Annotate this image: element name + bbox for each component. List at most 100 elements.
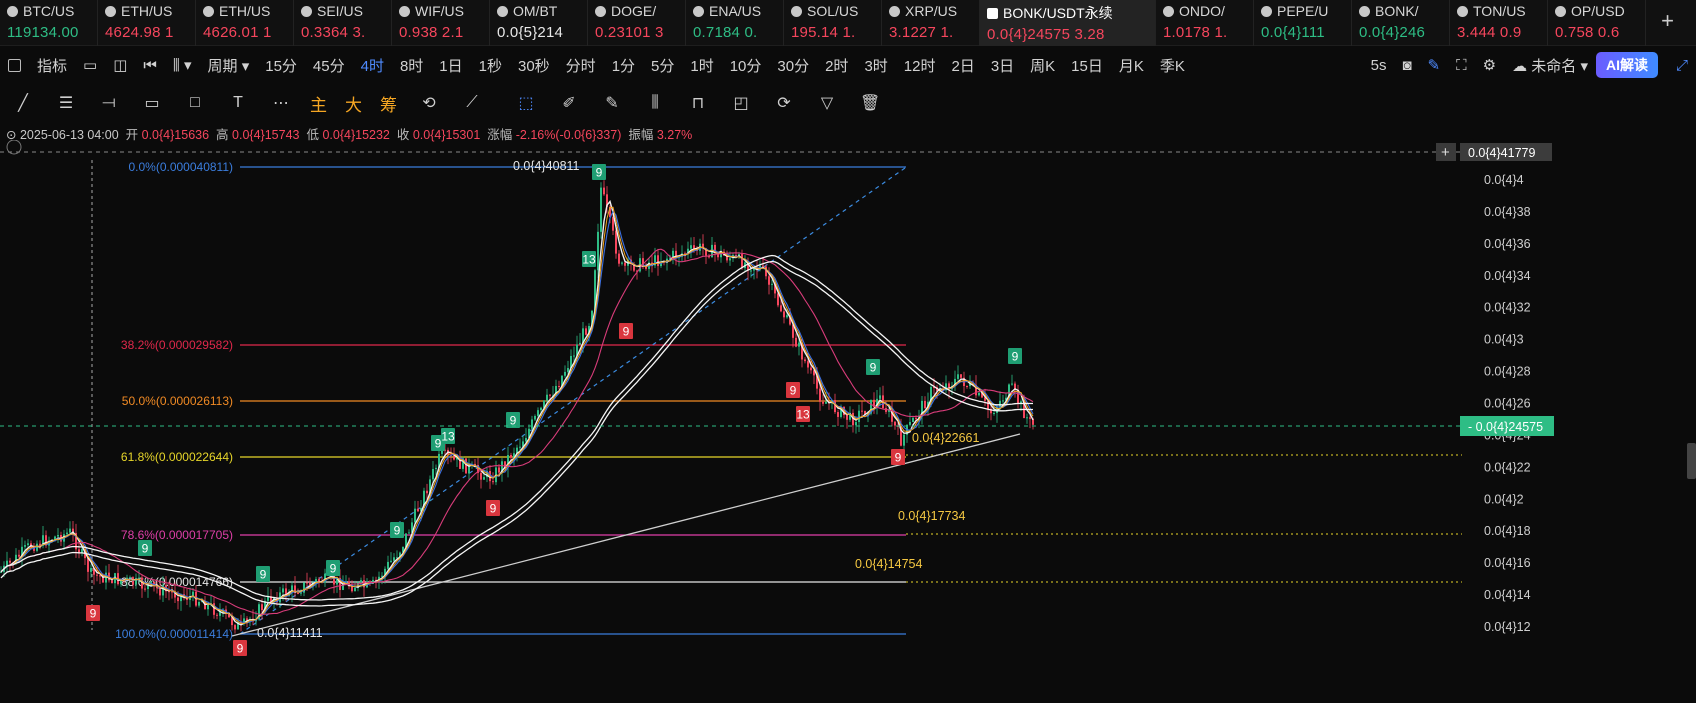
pen-icon[interactable]: ✎ (1420, 56, 1449, 74)
ruler-icon[interactable]: ▭ (142, 93, 162, 113)
ticker-tab[interactable]: ENA/US 0.7184 0. (686, 0, 784, 46)
candle-body (480, 472, 482, 480)
interval-7[interactable]: 分时 (558, 55, 604, 76)
ticker-tab[interactable]: WIF/US 0.938 2.1 (392, 0, 490, 46)
interval-8[interactable]: 1分 (604, 55, 643, 76)
fullscreen-icon[interactable]: ⛶ (1448, 57, 1475, 74)
measure-icon[interactable]: ⟋ (462, 94, 482, 112)
interval-4[interactable]: 1日 (431, 55, 470, 76)
ticker-price: 3.444 0.9 (1457, 24, 1547, 41)
chart-type-icon[interactable]: ⫼ ▾ (165, 56, 200, 74)
eye-icon[interactable]: ◰ (731, 93, 751, 113)
ticker-tab[interactable]: ONDO/1.0178 1. (1156, 0, 1254, 46)
share-icon[interactable]: ⤢ (1668, 57, 1696, 74)
period-menu[interactable]: 周期 ▾ (200, 55, 258, 76)
refresh-interval[interactable]: 5s (1363, 57, 1395, 74)
interval-18[interactable]: 周K (1022, 55, 1063, 76)
rectangle-icon[interactable]: □ (185, 94, 205, 112)
interval-2[interactable]: 4时 (353, 55, 392, 76)
layout-icon[interactable] (8, 58, 21, 72)
hline-icon[interactable]: ⟞ (99, 94, 119, 112)
filter-icon[interactable]: ▽ (817, 93, 837, 113)
cloud-layout-menu[interactable]: ☁ 未命名 ▾ (1504, 55, 1596, 76)
interval-11[interactable]: 10分 (722, 55, 770, 76)
ticker-tab[interactable]: BONK/0.0{4}246 (1352, 0, 1450, 46)
magnet-icon[interactable]: ⟳ (774, 93, 794, 113)
ticker-change: 1. (936, 24, 954, 41)
replay-icon[interactable]: ⏮ (135, 57, 165, 74)
ticker-tab[interactable]: OP/USD 0.758 0.6 (1548, 0, 1646, 46)
ticker-tab[interactable]: SOL/US 195.14 1. (784, 0, 882, 46)
ticker-tab[interactable]: SEI/US 0.3364 3. (294, 0, 392, 46)
interval-20[interactable]: 月K (1111, 55, 1152, 76)
ai-interpret-button[interactable]: AI解读 (1595, 52, 1658, 78)
price-axis-label: 0.0{4}16 (1484, 556, 1531, 570)
price-chart[interactable]: 0.0%(0.000040811) 38.2%(0.000029582) 50.0%… (0, 140, 1696, 703)
ticker-tab[interactable]: BTC/US 119134.00 (0, 0, 98, 46)
candles-icon[interactable]: ⫼ (645, 94, 665, 112)
add-tab-icon[interactable]: + (1661, 8, 1674, 34)
price-axis-label: 0.0{4}34 (1484, 269, 1531, 283)
camera-icon[interactable]: ◙ (1394, 57, 1419, 74)
big-order-button[interactable]: 大 (345, 91, 362, 116)
trendline-icon[interactable]: ╱ (13, 93, 33, 113)
interval-0[interactable]: 15分 (257, 55, 305, 76)
ticker-tab[interactable]: ETH/US 4624.98 1 (98, 0, 196, 46)
select-icon[interactable]: ⬚ (516, 93, 536, 113)
interval-10[interactable]: 1时 (682, 55, 721, 76)
delete-icon[interactable]: 🗑 (860, 93, 880, 113)
candle-body (9, 560, 11, 563)
candle-body (750, 270, 752, 272)
interval-9[interactable]: 5分 (643, 55, 682, 76)
candle-body (819, 388, 821, 402)
ticker-price-value: 0.0{5}214 (497, 24, 564, 41)
candle-body (159, 588, 161, 596)
ticker-tab[interactable]: BONK/USDT永续 0.0{4}24575 3.28 (980, 0, 1156, 46)
horizontal-lines-icon[interactable]: ☰ (56, 93, 76, 113)
interval-17[interactable]: 3日 (983, 55, 1022, 76)
interval-13[interactable]: 2时 (817, 55, 856, 76)
candle-body (603, 187, 605, 195)
interval-5[interactable]: 1秒 (471, 55, 510, 76)
interval-6[interactable]: 30秒 (510, 55, 558, 76)
coin-icon (889, 6, 900, 17)
interval-15[interactable]: 12时 (896, 55, 944, 76)
coin-icon (595, 6, 606, 17)
more-tools-icon[interactable]: ⋯ (271, 93, 291, 113)
chip-button[interactable]: 筹 (380, 91, 397, 116)
text-icon[interactable]: T (228, 94, 248, 112)
interval-16[interactable]: 2日 (943, 55, 982, 76)
calendar-icon[interactable]: ▭ (75, 56, 105, 74)
lock-icon[interactable]: ⊓ (688, 93, 708, 113)
interval-14[interactable]: 3时 (856, 55, 895, 76)
ticker-tab[interactable]: TON/US 3.444 0.9 (1450, 0, 1548, 46)
ticker-symbol: ONDO/ (1179, 3, 1225, 19)
brush-icon[interactable]: ✎ (602, 93, 622, 113)
expand-icon (6, 140, 22, 155)
sync-icon[interactable]: ⟲ (419, 93, 439, 113)
interval-1[interactable]: 45分 (305, 55, 353, 76)
ticker-tab[interactable]: PEPE/U 0.0{4}111 (1254, 0, 1352, 46)
interval-12[interactable]: 30分 (769, 55, 817, 76)
price-axis-label: 0.0{4}3 (1484, 333, 1524, 347)
ticker-tab[interactable]: ETH/US 4626.01 1 (196, 0, 294, 46)
interval-21[interactable]: 季K (1152, 55, 1193, 76)
ticker-tab[interactable]: DOGE/0.23101 3 (588, 0, 686, 46)
ticker-symbol: TON/US (1473, 3, 1526, 19)
settings-icon[interactable]: ⚙ (1475, 56, 1504, 74)
ruler-tool-icon[interactable]: ✐ (559, 93, 579, 113)
interval-19[interactable]: 15日 (1063, 55, 1111, 76)
main-indicator-button[interactable]: 主 (310, 91, 327, 116)
candle-body (894, 421, 896, 426)
grid-icon[interactable]: ◫ (105, 56, 135, 74)
interval-3[interactable]: 8时 (392, 55, 431, 76)
candle-body (855, 422, 857, 426)
candle-body (138, 577, 140, 579)
ticker-symbol: ETH/US (121, 3, 173, 19)
td-marker-label: 9 (1012, 350, 1019, 364)
ticker-tab[interactable]: OM/BT 0.0{5}214 (490, 0, 588, 46)
ticker-tab[interactable]: XRP/US 3.1227 1. (882, 0, 980, 46)
indicators-button[interactable]: 指标 (29, 55, 75, 76)
price-axis-label: 0.0{4}18 (1484, 524, 1531, 538)
coin-icon (1359, 6, 1370, 17)
